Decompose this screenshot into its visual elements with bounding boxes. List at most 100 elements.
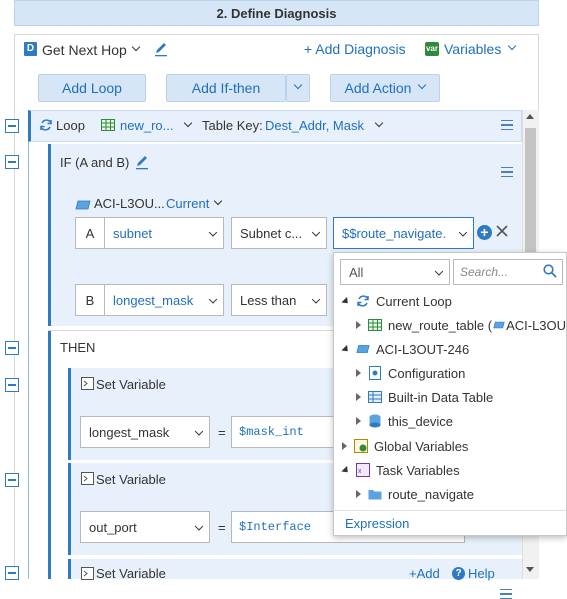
variable-value-input-1[interactable]: $mask_int xyxy=(231,416,341,448)
terminal-icon xyxy=(81,377,94,390)
collapsed-arrow-icon xyxy=(342,442,347,450)
diagnosis-selector[interactable]: Get Next Hop xyxy=(42,41,141,59)
tree-item-aci-l3out-246[interactable]: ACI-L3OUT-246 xyxy=(341,337,469,361)
condition-b-field-select[interactable]: longest_mask xyxy=(104,284,224,316)
collapse-set-variable-2[interactable] xyxy=(5,473,19,487)
terminal-icon xyxy=(81,472,94,485)
scroll-up-arrow-icon[interactable] xyxy=(526,114,534,119)
global-vars-icon xyxy=(354,439,368,453)
chevron-down-icon xyxy=(194,522,204,531)
table-key-label: Table Key: xyxy=(202,118,263,133)
terminal-icon xyxy=(81,567,94,580)
collapsed-arrow-icon xyxy=(356,490,361,498)
expression-link[interactable]: Expression xyxy=(345,516,409,531)
table-icon xyxy=(368,318,382,332)
edit-diagnosis-icon[interactable] xyxy=(154,41,168,57)
help-icon[interactable]: ? xyxy=(452,567,465,580)
loop-guide-line xyxy=(28,142,29,579)
search-icon[interactable] xyxy=(543,264,557,278)
chevron-down-icon xyxy=(311,295,321,304)
collapse-then-button[interactable] xyxy=(5,341,19,355)
if-label: IF (A and B) xyxy=(60,155,130,170)
device-scope-label: Current xyxy=(166,196,210,211)
chevron-down-icon xyxy=(131,42,141,52)
tree-item-configuration[interactable]: Configuration xyxy=(356,361,465,385)
add-if-then-dropdown[interactable] xyxy=(286,74,310,102)
tree-label: Task Variables xyxy=(376,462,460,478)
condition-letter-b: B xyxy=(75,284,105,316)
collapse-set-variable-3[interactable] xyxy=(5,566,19,580)
tree-label: Global Variables xyxy=(374,438,469,454)
remove-condition-icon[interactable] xyxy=(495,224,509,238)
chevron-down-icon xyxy=(311,228,321,237)
loop-label: Loop xyxy=(56,118,85,133)
add-loop-button[interactable]: Add Loop xyxy=(38,74,146,102)
condition-b-field: longest_mask xyxy=(113,292,194,308)
tree-item-current-loop[interactable]: Current Loop xyxy=(341,289,452,313)
device-name: ACI-L3OU... xyxy=(94,196,165,211)
set-variable-menu-icon[interactable] xyxy=(500,589,512,599)
tree-label: Configuration xyxy=(388,365,466,381)
variable-name-2: out_port xyxy=(89,519,137,535)
loop-table-select[interactable]: new_ro... xyxy=(120,118,193,133)
condition-a-operator: Subnet c... xyxy=(240,225,303,241)
chevron-down-icon xyxy=(374,118,384,127)
variable-name-select-2[interactable]: out_port xyxy=(80,511,210,543)
tree-item-global-variables[interactable]: Global Variables xyxy=(342,434,468,458)
chevron-down-icon xyxy=(184,118,193,127)
if-menu-icon[interactable] xyxy=(501,167,513,177)
tree-item-built-in-data-table[interactable]: Built-in Data Table xyxy=(356,385,493,409)
tree-item-new-route-table[interactable]: new_route_table ( ACI-L3OU xyxy=(356,313,566,337)
scope-filter-select[interactable]: All xyxy=(340,259,450,285)
loop-menu-icon[interactable] xyxy=(501,120,513,130)
condition-a-value-select[interactable]: $$route_navigate. xyxy=(333,217,474,249)
collapse-set-variable-1[interactable] xyxy=(5,378,19,392)
scroll-down-arrow-icon[interactable] xyxy=(526,567,534,572)
variables-button[interactable]: Variables xyxy=(444,41,517,57)
variables-label: Variables xyxy=(444,41,502,57)
chevron-down-icon xyxy=(214,196,223,205)
table-key-select[interactable]: Dest_Addr, Mask xyxy=(265,118,384,133)
diagnosis-badge-icon: D xyxy=(24,42,37,56)
equals-sign-1: = xyxy=(218,425,226,440)
device-icon xyxy=(75,198,91,210)
tree-item-this-device[interactable]: this_device xyxy=(356,409,453,433)
collapsed-arrow-icon xyxy=(356,321,361,329)
equals-sign-2: = xyxy=(218,520,226,535)
device-icon xyxy=(356,342,370,356)
add-if-then-button[interactable]: Add If-then xyxy=(166,74,286,102)
add-action-button[interactable]: Add Action xyxy=(330,74,440,102)
expanded-arrow-icon xyxy=(341,344,351,354)
collapse-loop-button[interactable] xyxy=(5,119,19,133)
tree-label: route_navigate xyxy=(388,486,475,502)
expanded-arrow-icon xyxy=(341,296,351,306)
chevron-down-icon xyxy=(418,80,427,90)
search-placeholder: Search... xyxy=(460,265,509,279)
step-header: 2. Define Diagnosis xyxy=(14,0,539,26)
collapsed-arrow-icon xyxy=(356,369,361,377)
grid-table-icon xyxy=(368,390,382,404)
tree-item-task-variables[interactable]: x Task Variables xyxy=(341,458,460,482)
dropdown-footer xyxy=(334,510,566,511)
variable-name-select-1[interactable]: longest_mask xyxy=(80,416,210,448)
tree-label: Current Loop xyxy=(376,293,452,309)
expanded-arrow-icon xyxy=(341,465,351,475)
tree-item-route-navigate[interactable]: route_navigate xyxy=(356,482,474,506)
condition-a-operator-select[interactable]: Subnet c... xyxy=(231,217,327,249)
add-action-label: Add Action xyxy=(344,80,412,96)
add-condition-icon[interactable]: + xyxy=(477,225,492,240)
condition-a-field-select[interactable]: subnet xyxy=(104,217,224,249)
edit-condition-icon[interactable] xyxy=(135,154,149,170)
device-scope-select[interactable]: Current xyxy=(166,196,223,211)
add-diagnosis-button[interactable]: + Add Diagnosis xyxy=(304,41,406,57)
folder-icon xyxy=(368,487,382,501)
variables-icon: var xyxy=(425,42,439,56)
collapse-if-button[interactable] xyxy=(5,155,19,169)
diagnosis-name: Get Next Hop xyxy=(42,42,127,58)
chevron-down-icon xyxy=(194,427,204,436)
tree-label-suffix: ACI-L3OU xyxy=(506,317,567,333)
condition-b-operator-select[interactable]: Less than xyxy=(231,284,327,316)
loop-icon xyxy=(356,294,370,308)
loop-table-name: new_ro... xyxy=(120,118,174,133)
condition-a-value: $$route_navigate. xyxy=(342,225,447,241)
